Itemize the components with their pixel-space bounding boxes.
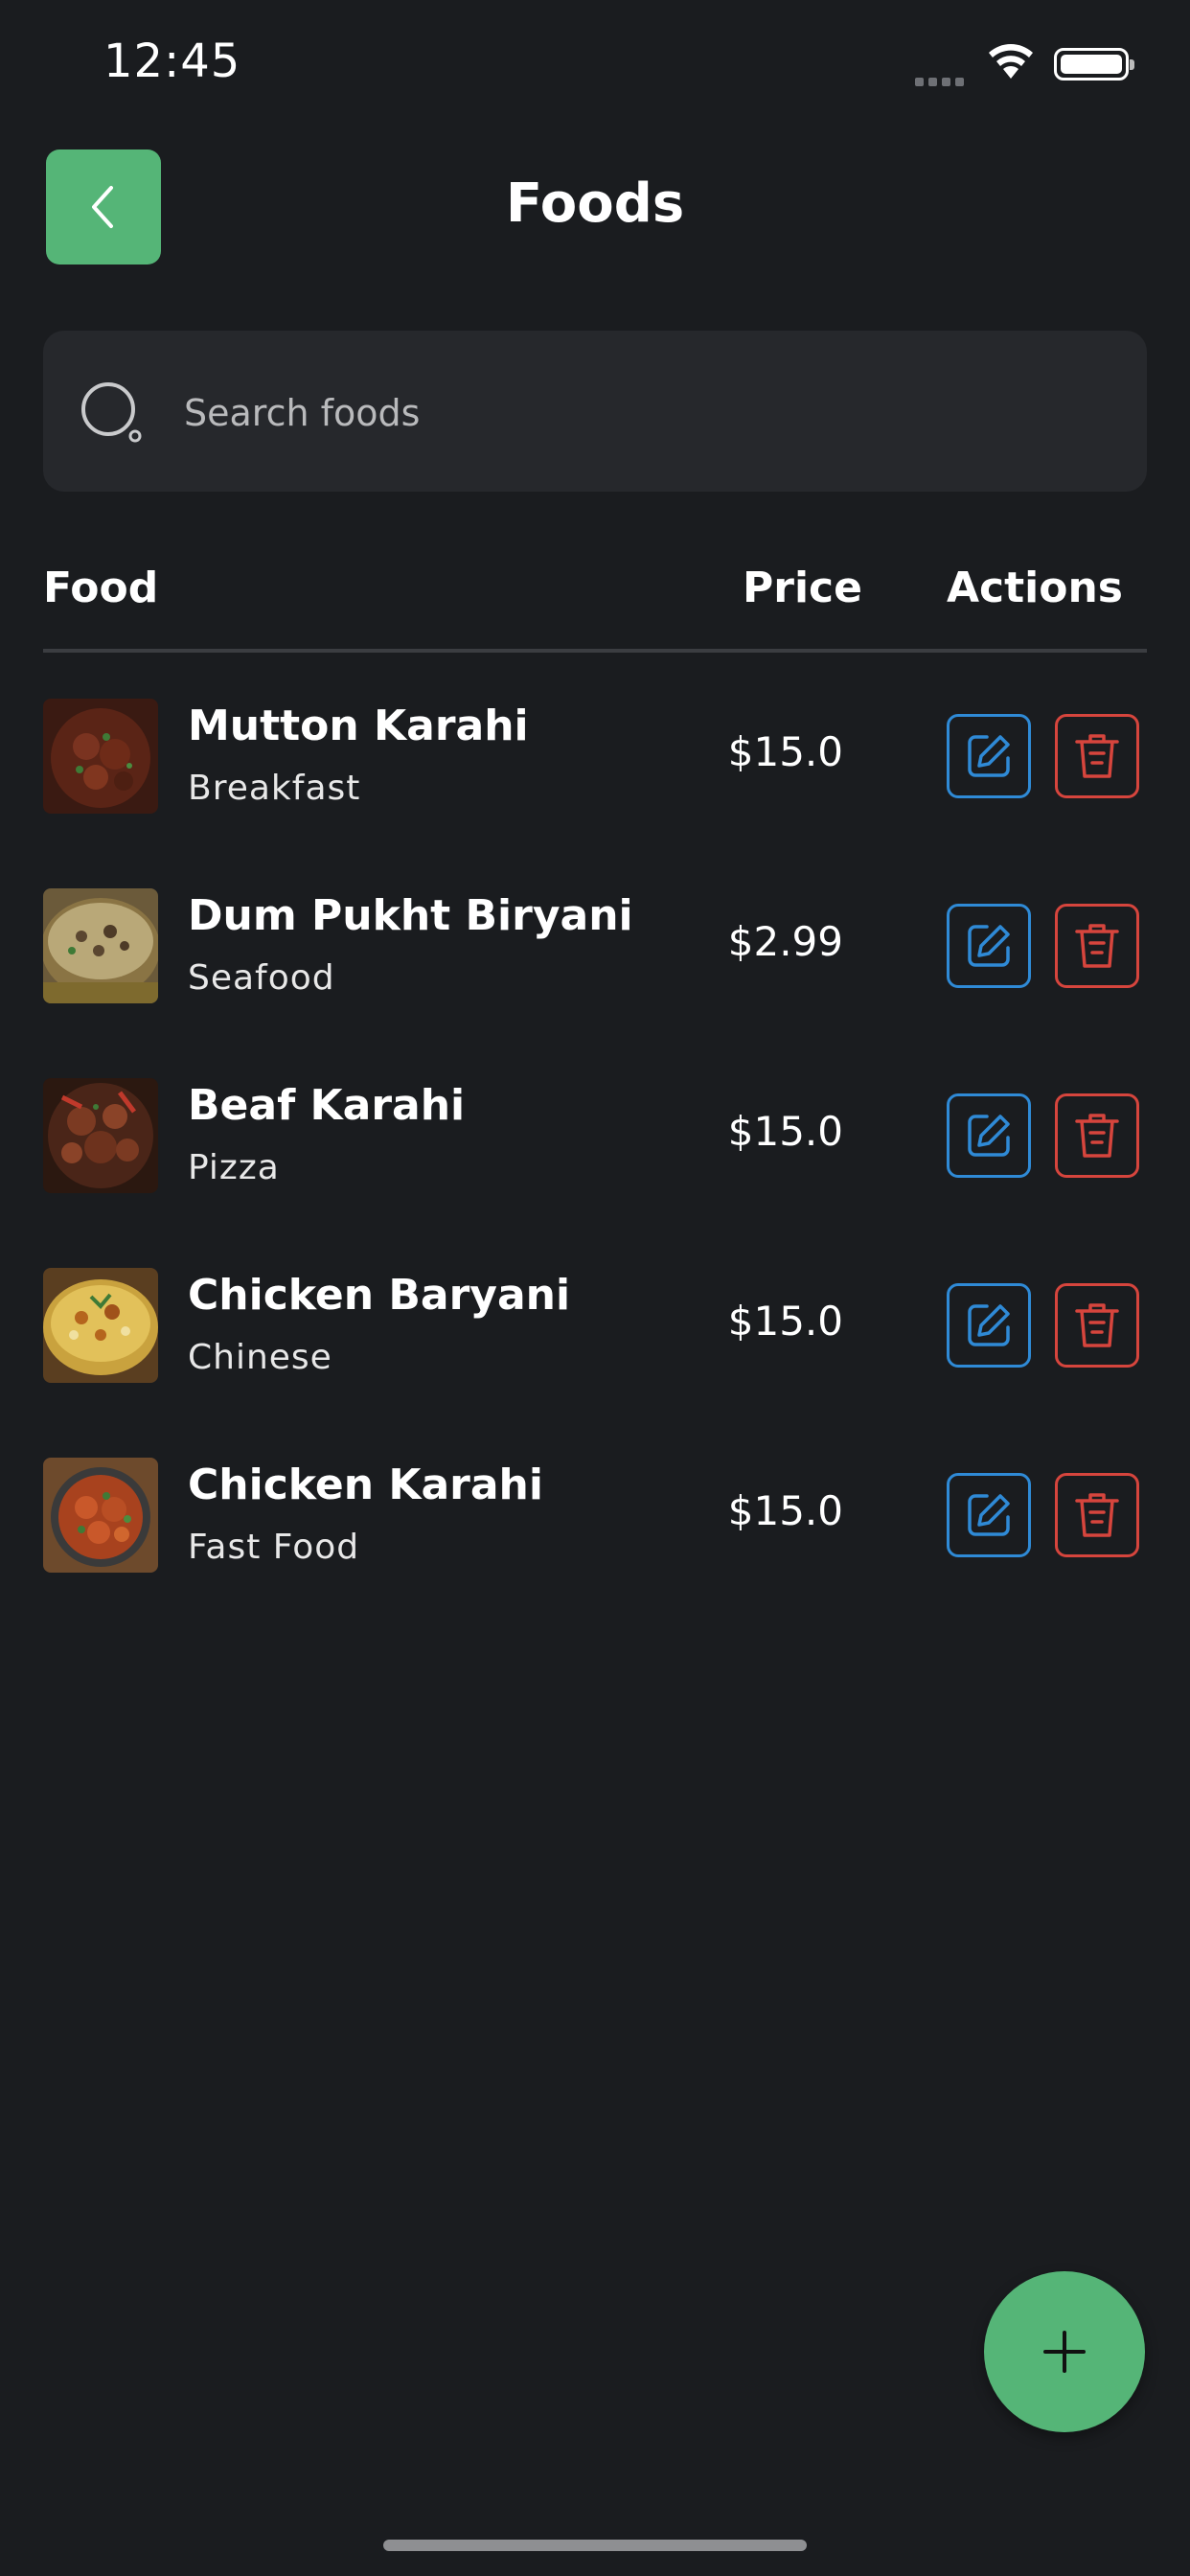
edit-button[interactable] [947,904,1031,988]
food-name: Chicken Karahi [188,1460,543,1509]
edit-icon [968,1115,1010,1157]
delete-button[interactable] [1055,1283,1139,1368]
food-category: Pizza [188,1148,280,1187]
edit-button[interactable] [947,714,1031,798]
plus-icon [1043,2331,1086,2373]
column-header-actions: Actions [947,564,1123,612]
edit-icon [968,1304,1010,1346]
table-row[interactable]: Chicken Karahi Fast Food $15.0 [0,1420,1190,1610]
add-food-button[interactable] [984,2271,1145,2432]
food-category: Breakfast [188,769,361,808]
food-price: $15.0 [727,1298,843,1345]
edit-button[interactable] [947,1473,1031,1557]
food-price: $15.0 [727,728,843,775]
edit-icon [968,735,1010,777]
column-header-food: Food [43,564,159,612]
table-row[interactable]: Mutton Karahi Breakfast $15.0 [0,661,1190,851]
food-thumbnail [43,699,158,814]
search-icon [81,382,142,443]
delete-button[interactable] [1055,714,1139,798]
food-thumbnail [43,1268,158,1383]
food-name: Mutton Karahi [188,702,529,750]
page-title: Foods [505,172,685,235]
food-name: Dum Pukht Biryani [188,891,633,940]
delete-button[interactable] [1055,1093,1139,1178]
trash-icon [1075,1493,1119,1537]
status-time: 12:45 [103,34,241,88]
table-row[interactable]: Chicken Baryani Chinese $15.0 [0,1230,1190,1420]
food-category: Fast Food [188,1528,360,1567]
wifi-icon [989,44,1033,79]
column-header-price: Price [743,564,862,612]
trash-icon [1075,924,1119,968]
edit-button[interactable] [947,1283,1031,1368]
search-input[interactable] [182,379,1096,448]
food-thumbnail [43,888,158,1003]
trash-icon [1075,1114,1119,1158]
food-name: Chicken Baryani [188,1271,571,1320]
delete-button[interactable] [1055,1473,1139,1557]
edit-button[interactable] [947,1093,1031,1178]
food-price: $2.99 [727,918,843,965]
table-row[interactable]: Dum Pukht Biryani Seafood $2.99 [0,851,1190,1041]
delete-button[interactable] [1055,904,1139,988]
battery-icon [1054,48,1134,80]
cellular-signal-icon [915,72,969,86]
trash-icon [1075,1303,1119,1347]
food-price: $15.0 [727,1487,843,1534]
food-thumbnail [43,1458,158,1573]
home-indicator[interactable] [383,2540,807,2551]
trash-icon [1075,734,1119,778]
edit-icon [968,925,1010,967]
food-category: Seafood [188,958,335,998]
food-name: Beaf Karahi [188,1081,466,1130]
food-thumbnail [43,1078,158,1193]
search-bar[interactable] [43,331,1147,492]
edit-icon [968,1494,1010,1536]
food-price: $15.0 [727,1108,843,1155]
table-row[interactable]: Beaf Karahi Pizza $15.0 [0,1041,1190,1230]
food-category: Chinese [188,1338,332,1377]
header-divider [43,649,1147,653]
